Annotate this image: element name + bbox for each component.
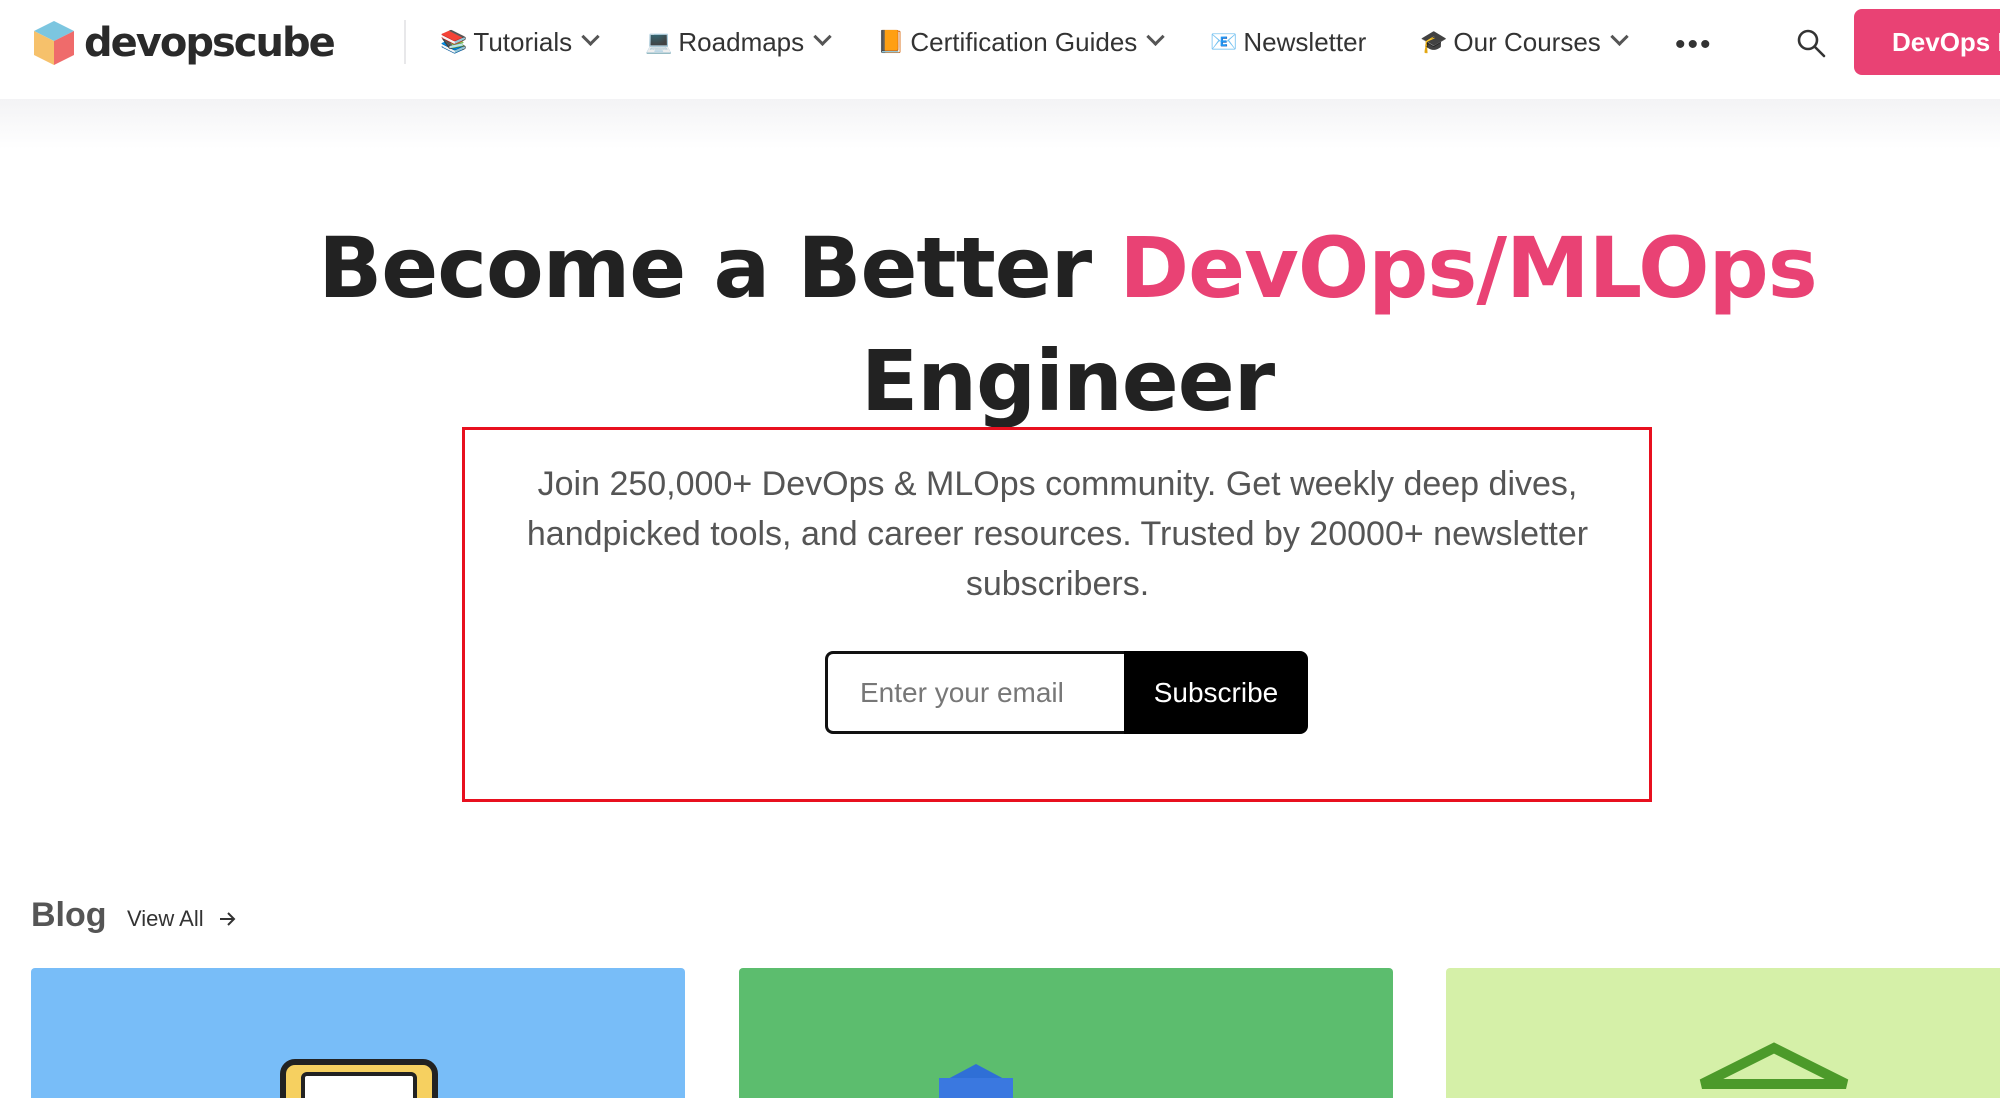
nav-item-certification-guides[interactable]: 📙 Certification Guides [877,22,1165,62]
blog-card[interactable] [739,968,1393,1098]
view-all-label: View All [127,906,204,931]
chevron-down-icon [581,27,600,46]
header-shadow [0,99,2000,149]
view-all-link[interactable]: View All [127,906,238,932]
chevron-down-icon [1610,27,1629,46]
hero-title-accent: DevOps/MLOps [1119,219,1817,317]
hero-description: Join 250,000+ DevOps & MLOps community. … [526,465,1589,603]
cta-button[interactable]: DevOps I [1854,9,2000,75]
arrow-right-icon [219,912,236,926]
books-icon: 📚 [440,29,468,54]
nav-item-label: Certification Guides [910,26,1138,57]
laptop-icon: 💻 [645,29,673,54]
nav-item-label: Tutorials [473,26,573,57]
hero-title-part2: Engineer [860,332,1275,430]
blog-heading: Blog [31,896,107,934]
cube-logo-icon [34,21,74,65]
hero-title-part1: Become a Better [318,219,1092,317]
subscribe-button[interactable]: Subscribe [1124,651,1308,734]
hexagon-illustration-icon [1699,1042,1849,1089]
nav-item-newsletter[interactable]: 📧 Newsletter [1210,22,1366,62]
nav-item-label: Roadmaps [678,26,805,57]
nav-item-label: Our Courses [1453,26,1601,57]
site-header: devopscube 📚 Tutorials 💻 Roadmaps 📙 Cert… [0,0,2000,99]
cube-illustration-icon [939,1064,1013,1098]
chevron-down-icon [1146,27,1165,46]
newsletter-form: Subscribe [825,651,1308,734]
header-divider [404,20,406,64]
blog-card[interactable] [31,968,685,1098]
nav-item-roadmaps[interactable]: 💻 Roadmaps [645,22,832,62]
hero-title: Become a Better DevOps/MLOps Engineer [0,212,2000,438]
graduation-cap-icon: 🎓 [1420,29,1448,54]
device-illustration-icon [280,1059,438,1098]
nav-item-label: Newsletter [1243,26,1367,57]
blog-card[interactable] [1446,968,2000,1098]
site-logo[interactable]: devopscube [30,18,336,68]
search-icon[interactable] [1796,28,1826,58]
more-dots-icon[interactable]: ••• [1675,28,1713,62]
book-icon: 📙 [877,29,905,54]
chevron-down-icon [813,27,832,46]
nav-item-tutorials[interactable]: 📚 Tutorials [440,22,600,62]
nav-item-our-courses[interactable]: 🎓 Our Courses [1420,22,1629,62]
logo-text: devopscube [84,20,336,66]
email-input[interactable] [825,651,1124,734]
envelope-icon: 📧 [1210,29,1238,54]
